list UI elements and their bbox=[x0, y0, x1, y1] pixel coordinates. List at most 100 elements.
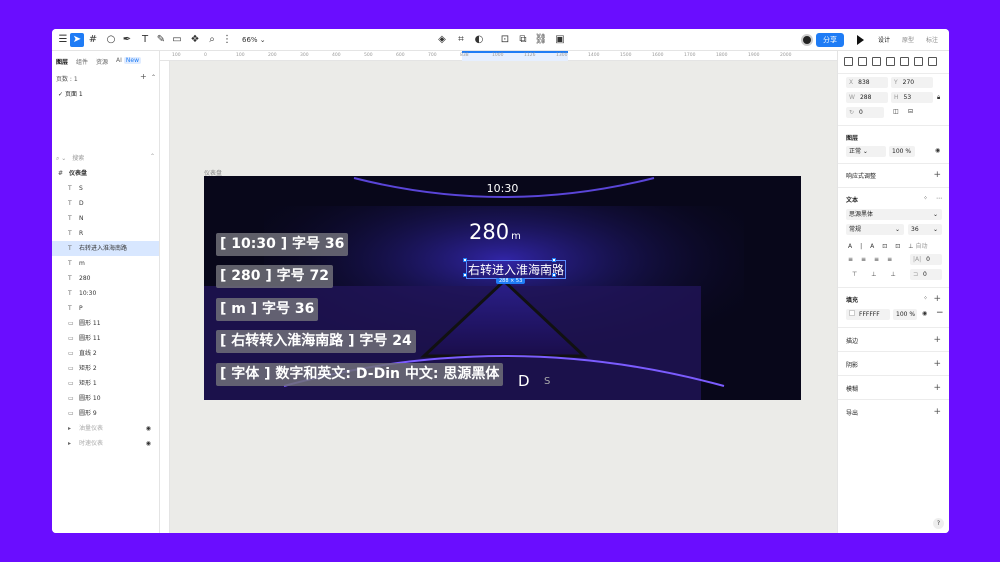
dash-distance[interactable]: 280 m bbox=[469, 220, 521, 244]
w-field[interactable]: W 288 bbox=[846, 92, 888, 103]
gear-d[interactable]: D bbox=[518, 372, 530, 390]
layer-item[interactable]: ▭ 圆形 9 bbox=[52, 406, 159, 421]
play-icon[interactable] bbox=[857, 35, 864, 45]
font-size-field[interactable]: 36 ⌄ bbox=[908, 224, 942, 235]
layer-item[interactable]: ▭ 直线 2 bbox=[52, 346, 159, 361]
flip-icon[interactable]: ◫ bbox=[893, 108, 899, 115]
image-icon[interactable]: ▣ bbox=[553, 33, 567, 47]
crop-icon[interactable]: ⌗ bbox=[454, 33, 468, 47]
fill-opacity-field[interactable]: 100 % bbox=[893, 309, 917, 320]
font-weight-select[interactable]: 常规 ⌄ bbox=[846, 224, 904, 235]
lock-icon[interactable]: 🔒︎ bbox=[937, 94, 940, 102]
tab-annotate[interactable]: 标注 bbox=[926, 35, 938, 44]
distribute-icon[interactable] bbox=[928, 57, 937, 66]
add-page-icon[interactable]: + bbox=[140, 72, 147, 81]
align-bottom-icon[interactable] bbox=[914, 57, 923, 66]
layer-item[interactable]: TR bbox=[52, 226, 159, 241]
layer-item[interactable]: ▭ 圆形 11 bbox=[52, 331, 159, 346]
canvas[interactable]: 仪表盘 10:30 280 m 右转进入淮海南路 288 × 53 [10:3… bbox=[170, 61, 848, 533]
font-family-select[interactable]: 思源黑体 ⌄ bbox=[846, 209, 942, 220]
eye-icon[interactable]: ◉ bbox=[146, 421, 151, 436]
align-middle-icon[interactable] bbox=[900, 57, 909, 66]
eye-icon[interactable]: ◉ bbox=[935, 147, 940, 154]
h-field[interactable]: H 53 bbox=[891, 92, 933, 103]
letter-spacing-field[interactable]: |A| 0 bbox=[910, 254, 942, 265]
layer-item[interactable]: # 仪表盘 bbox=[52, 166, 159, 181]
more-icon[interactable]: ⋮ bbox=[220, 33, 234, 47]
layer-item[interactable]: ▸ 油量仪表 ◉ bbox=[52, 421, 159, 436]
layer-item[interactable]: ▸ 时速仪表 ◉ bbox=[52, 436, 159, 451]
layer-item[interactable]: ▭ 圆形 10 bbox=[52, 391, 159, 406]
pen-tool-icon[interactable]: ✒ bbox=[120, 33, 134, 47]
pencil-tool-icon[interactable]: ✎ bbox=[154, 33, 168, 47]
align-left-icon[interactable] bbox=[844, 57, 853, 66]
select-tool-icon[interactable]: ➤ bbox=[70, 33, 84, 47]
layer-item[interactable]: TS bbox=[52, 181, 159, 196]
dash-road-text[interactable]: 右转进入淮海南路 bbox=[466, 260, 567, 279]
fill-color-field[interactable]: FFFFFF bbox=[846, 309, 890, 320]
add-shadow-icon[interactable]: + bbox=[933, 360, 941, 369]
resize-handle[interactable] bbox=[552, 273, 556, 277]
blend-mode-select[interactable]: 正常 ⌄ bbox=[846, 146, 886, 157]
text-tool-icon[interactable]: T bbox=[138, 33, 152, 47]
add-blur-icon[interactable]: + bbox=[933, 384, 941, 393]
search-tool-icon[interactable]: ⌕ bbox=[205, 33, 219, 47]
layer-search[interactable]: ⌕ ⌄ 搜索 ⌃ bbox=[56, 153, 156, 163]
align-top-icon[interactable] bbox=[886, 57, 895, 66]
resize-handle[interactable] bbox=[552, 258, 556, 262]
frame-tool-icon[interactable]: # bbox=[86, 33, 100, 47]
collapse-all-icon[interactable]: ⌃ bbox=[150, 153, 155, 160]
layer-item[interactable]: ▭ 圆形 11 bbox=[52, 316, 159, 331]
text-style-icon[interactable]: ⁘ bbox=[923, 195, 928, 202]
layer-item[interactable]: ▭ 矩形 1 bbox=[52, 376, 159, 391]
layer-item[interactable]: T 10:30 bbox=[52, 286, 159, 301]
add-responsive-icon[interactable]: + bbox=[933, 171, 941, 180]
page-item[interactable]: ✓ 页面 1 bbox=[58, 89, 83, 98]
color-swatch[interactable] bbox=[849, 310, 855, 316]
opacity-field[interactable]: 100 % bbox=[889, 146, 915, 157]
rotation-field[interactable]: ↻ 0 bbox=[846, 107, 884, 118]
clip-icon[interactable]: ⊟ bbox=[908, 108, 913, 115]
text-more-icon[interactable]: ⋯ bbox=[936, 195, 942, 202]
resize-handle[interactable] bbox=[463, 273, 467, 277]
boolean-icon[interactable]: ⧉ bbox=[516, 33, 530, 47]
x-field[interactable]: X 838 bbox=[846, 77, 888, 88]
help-button[interactable]: ? bbox=[933, 518, 944, 529]
add-export-icon[interactable]: + bbox=[933, 408, 941, 417]
components-icon[interactable]: ❖ bbox=[188, 33, 202, 47]
tab-layers[interactable]: 图层 bbox=[56, 57, 68, 67]
text-align-row[interactable]: ≡≡≡≡ bbox=[848, 256, 900, 263]
ellipse-tool-icon[interactable]: ○ bbox=[104, 33, 118, 47]
dashboard-frame[interactable]: 10:30 280 m 右转进入淮海南路 288 × 53 [ 10:30 ] 字… bbox=[204, 176, 801, 400]
link-icon[interactable]: ⛓ bbox=[534, 33, 548, 47]
fill-style-icon[interactable]: ⁘ bbox=[923, 295, 928, 302]
eye-icon[interactable]: ◉ bbox=[922, 310, 927, 317]
gear-s[interactable]: S bbox=[544, 376, 550, 387]
collapse-icon[interactable]: ⌃ bbox=[151, 74, 156, 81]
menu-icon[interactable]: ☰ bbox=[56, 33, 70, 47]
add-fill-icon[interactable]: + bbox=[933, 295, 941, 304]
tab-design[interactable]: 设计 bbox=[878, 35, 890, 44]
user-avatar[interactable] bbox=[801, 34, 813, 46]
eye-icon[interactable]: ◉ bbox=[146, 436, 151, 451]
component-icon[interactable]: ◈ bbox=[435, 33, 449, 47]
vertical-align-row[interactable]: ⊤⊥⊥ bbox=[852, 271, 910, 278]
edit-icon[interactable]: ⊡ bbox=[498, 33, 512, 47]
line-height-field[interactable]: ⊐ 0 bbox=[910, 269, 942, 280]
layer-item[interactable]: T 右转进入淮海南路 bbox=[52, 241, 159, 256]
dash-time[interactable]: 10:30 bbox=[204, 182, 801, 195]
layer-item[interactable]: TD bbox=[52, 196, 159, 211]
layer-item[interactable]: T 280 bbox=[52, 271, 159, 286]
y-field[interactable]: Y 270 bbox=[891, 77, 933, 88]
share-button[interactable]: 分享 bbox=[816, 33, 844, 47]
layer-item[interactable]: ▭ 矩形 2 bbox=[52, 361, 159, 376]
align-center-icon[interactable] bbox=[858, 57, 867, 66]
mask-icon[interactable]: ◐ bbox=[472, 33, 486, 47]
add-stroke-icon[interactable]: + bbox=[933, 336, 941, 345]
remove-fill-icon[interactable]: − bbox=[936, 308, 944, 318]
search-input[interactable]: 搜索 bbox=[72, 155, 84, 162]
text-options-row[interactable]: A|A⊡⊡⊥ 自动 bbox=[848, 241, 927, 250]
tab-components[interactable]: 组件 bbox=[76, 57, 88, 67]
layer-item[interactable]: Tm bbox=[52, 256, 159, 271]
layer-item[interactable]: TP bbox=[52, 301, 159, 316]
